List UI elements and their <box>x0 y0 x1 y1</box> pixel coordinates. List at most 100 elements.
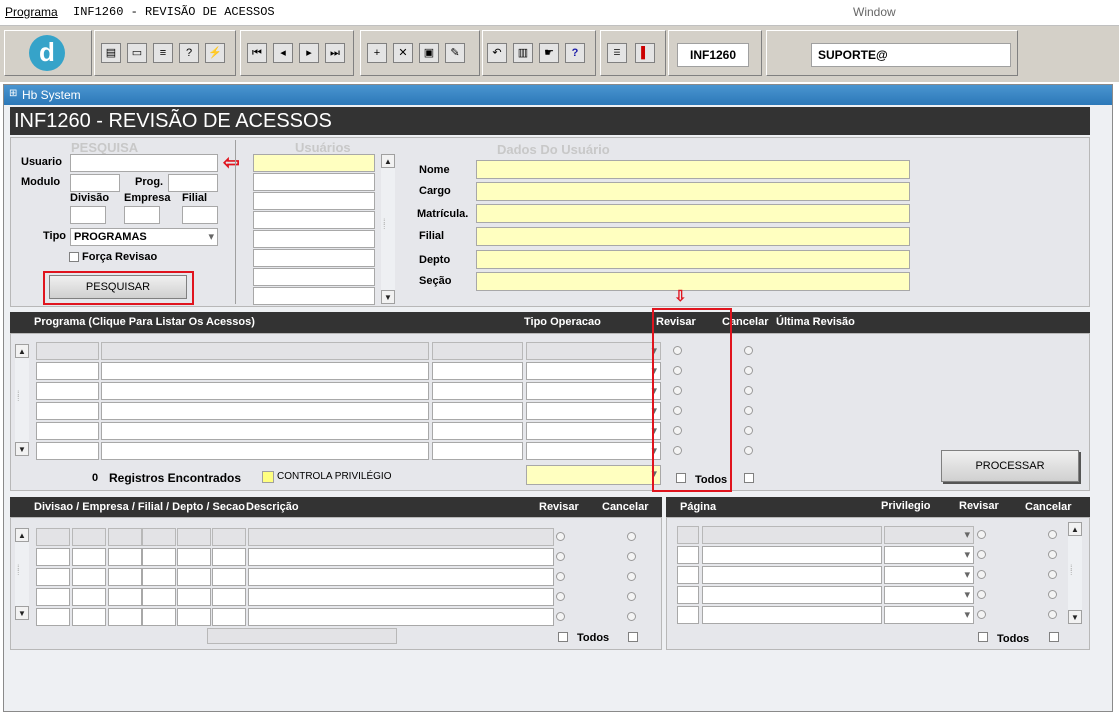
prev-record-icon[interactable]: ◂ <box>273 43 293 63</box>
programa-extra-cell[interactable] <box>432 422 523 440</box>
tipo-operacao-select[interactable] <box>526 402 661 420</box>
next-record-icon[interactable]: ▸ <box>299 43 319 63</box>
usuarios-list-item[interactable] <box>253 211 375 229</box>
cancelar-radio[interactable] <box>627 532 636 541</box>
descricao-cell[interactable] <box>248 528 554 546</box>
secao-cell[interactable] <box>177 568 211 586</box>
menu-icon[interactable]: ☰ <box>607 43 627 63</box>
tools-icon[interactable]: ☛ <box>539 43 559 63</box>
usuarios-scrollbar[interactable]: ▲ ⁞ ⁞ ▼ <box>381 154 395 304</box>
tipo-operacao-select[interactable] <box>526 422 661 440</box>
clipboard-icon[interactable]: ▥ <box>513 43 533 63</box>
revisar-radio[interactable] <box>977 530 986 539</box>
revisar-radio[interactable] <box>556 532 565 541</box>
pagina-cell[interactable] <box>702 586 882 604</box>
window-icon[interactable]: ▭ <box>127 43 147 63</box>
cancelar-radio[interactable] <box>744 446 753 455</box>
extra-cell[interactable] <box>212 528 246 546</box>
pagina-scrollbar[interactable]: ▲ ⁞ ⁞ ▼ <box>1068 522 1082 624</box>
cancelar-todos-checkbox[interactable] <box>1049 632 1059 642</box>
matricula-field[interactable] <box>476 204 910 223</box>
filial-user-field[interactable] <box>476 227 910 246</box>
tipo-operacao-select[interactable] <box>526 442 661 460</box>
divisao-cell[interactable] <box>36 608 70 626</box>
filial-cell[interactable] <box>108 528 142 546</box>
revisar-radio[interactable] <box>977 550 986 559</box>
pagina-cell[interactable] <box>702 566 882 584</box>
empresa-cell[interactable] <box>72 608 106 626</box>
edit-icon[interactable]: ✎ <box>445 43 465 63</box>
modulo-input[interactable] <box>70 174 120 192</box>
scroll-grip-icon[interactable]: ⁞ ⁞ <box>17 390 27 403</box>
pagina-code-cell[interactable] <box>677 586 699 604</box>
scroll-up-icon[interactable]: ▲ <box>1068 522 1082 536</box>
divisao-cell[interactable] <box>36 548 70 566</box>
print-icon[interactable]: ≡ <box>153 43 173 63</box>
depto-cell[interactable] <box>142 588 176 606</box>
filial-cell[interactable] <box>108 608 142 626</box>
cargo-field[interactable] <box>476 182 910 201</box>
programa-code-cell[interactable] <box>36 382 99 400</box>
depto-cell[interactable] <box>142 528 176 546</box>
secao-cell[interactable] <box>177 548 211 566</box>
prog-input[interactable] <box>168 174 218 192</box>
tipo-operacao-all-select[interactable] <box>526 465 661 485</box>
footer-field[interactable] <box>207 628 397 644</box>
cancelar-radio[interactable] <box>1048 530 1057 539</box>
empresa-cell[interactable] <box>72 568 106 586</box>
pagina-code-cell[interactable] <box>677 566 699 584</box>
scroll-down-icon[interactable]: ▼ <box>1068 610 1082 624</box>
pesquisar-button[interactable]: PESQUISAR <box>49 275 187 299</box>
usuarios-list-item[interactable] <box>253 230 375 248</box>
scroll-down-icon[interactable]: ▼ <box>15 442 29 456</box>
programa-extra-cell[interactable] <box>432 382 523 400</box>
pagina-cell[interactable] <box>702 526 882 544</box>
programa-extra-cell[interactable] <box>432 362 523 380</box>
clear-icon[interactable]: ▣ <box>419 43 439 63</box>
secao-field[interactable] <box>476 272 910 291</box>
usuarios-list-item[interactable] <box>253 249 375 267</box>
revisar-todos-checkbox[interactable] <box>978 632 988 642</box>
usuarios-list-item[interactable] <box>253 173 375 191</box>
cancelar-radio[interactable] <box>744 346 753 355</box>
revisar-radio[interactable] <box>977 610 986 619</box>
cancelar-todos-checkbox[interactable] <box>744 473 754 483</box>
depto-cell[interactable] <box>142 608 176 626</box>
revisar-todos-checkbox[interactable] <box>558 632 568 642</box>
usuarios-list-item[interactable] <box>253 268 375 286</box>
programas-scrollbar[interactable]: ▲ ⁞ ⁞ ▼ <box>15 344 29 456</box>
programa-name-cell[interactable] <box>101 422 429 440</box>
cancelar-todos-checkbox[interactable] <box>628 632 638 642</box>
pagina-code-cell[interactable] <box>677 606 699 624</box>
divisao-cell[interactable] <box>36 528 70 546</box>
divisao-cell[interactable] <box>36 568 70 586</box>
cancelar-radio[interactable] <box>744 386 753 395</box>
usuario-input[interactable] <box>70 154 218 172</box>
cancelar-radio[interactable] <box>1048 550 1057 559</box>
cancelar-radio[interactable] <box>627 592 636 601</box>
depto-cell[interactable] <box>142 548 176 566</box>
scroll-grip-icon[interactable]: ⁞ ⁞ <box>383 218 393 231</box>
execute-icon[interactable]: ⚡ <box>205 43 225 63</box>
empresa-input[interactable] <box>124 206 160 224</box>
cancelar-radio[interactable] <box>627 572 636 581</box>
privilegio-select[interactable] <box>884 566 974 584</box>
revisar-radio[interactable] <box>977 590 986 599</box>
extra-cell[interactable] <box>212 608 246 626</box>
programa-extra-cell[interactable] <box>432 402 523 420</box>
programa-extra-cell[interactable] <box>432 342 523 360</box>
tipo-select[interactable]: PROGRAMAS <box>70 228 218 246</box>
cancelar-radio[interactable] <box>627 612 636 621</box>
cancelar-radio[interactable] <box>1048 570 1057 579</box>
programa-code-cell[interactable] <box>36 362 99 380</box>
cancelar-radio[interactable] <box>627 552 636 561</box>
exit-icon[interactable]: ▌ <box>635 43 655 63</box>
divisao-input[interactable] <box>70 206 106 224</box>
cancelar-radio[interactable] <box>744 406 753 415</box>
usuarios-list-item[interactable] <box>253 154 375 172</box>
delete-icon[interactable]: ✕ <box>393 43 413 63</box>
empresa-cell[interactable] <box>72 528 106 546</box>
descricao-cell[interactable] <box>248 568 554 586</box>
privilegio-select[interactable] <box>884 526 974 544</box>
programa-name-cell[interactable] <box>101 402 429 420</box>
